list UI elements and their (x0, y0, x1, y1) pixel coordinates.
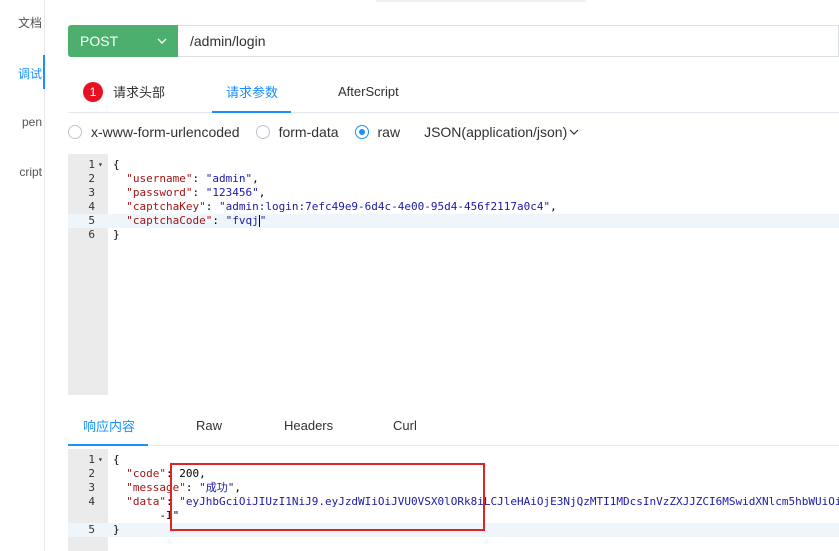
radio-circle (255, 125, 270, 139)
line-number: 1 (88, 453, 95, 466)
headers-count-badge: 1 (83, 81, 103, 102)
active-tab-indicator (212, 111, 291, 113)
code-text: { (113, 453, 120, 466)
line-number: 2 (88, 172, 95, 185)
tab-response-raw[interactable]: Raw (196, 406, 222, 445)
tab-request-headers[interactable]: 1 请求头部 (83, 72, 165, 111)
response-tabs: 响应内容 Raw Headers Curl (68, 406, 839, 446)
chevron-down-icon (156, 34, 168, 50)
content-type-select[interactable]: JSON(application/json) (424, 124, 580, 140)
sidebar-item-label: cript (19, 165, 42, 179)
top-divider (376, 0, 586, 2)
code-text: "password": "123456", (126, 186, 266, 199)
code-text: { (113, 158, 120, 171)
code-line: 5 "captchaCode": "fvqj" (68, 214, 839, 228)
tab-afterscript[interactable]: AfterScript (338, 72, 399, 111)
radio-circle (354, 125, 369, 139)
request-body-editor[interactable]: 1 ▾{2 "username": "admin", 3 "password": "… (68, 154, 839, 395)
sidebar-item-debug[interactable]: 调试 (18, 65, 42, 82)
sidebar-active-indicator (43, 55, 45, 89)
request-tabs: 1 请求头部 请求参数 AfterScript (68, 72, 839, 113)
sidebar-item-label: 文档 (17, 16, 42, 30)
highlight-annotation-box (170, 463, 485, 531)
radio-urlencoded[interactable]: x-www-form-urlencoded (68, 124, 240, 140)
sidebar-item-label: 调试 (17, 67, 42, 81)
tab-label: 请求参数 (226, 85, 279, 100)
code-text: "username": "admin", (126, 172, 259, 185)
url-value: /admin/login (190, 33, 266, 49)
code-line: 2 "username": "admin", (68, 172, 839, 186)
radio-form-data[interactable]: form-data (255, 124, 339, 140)
code-line: 1 ▾ { (68, 158, 839, 172)
method-select[interactable]: POST (68, 25, 178, 57)
tab-label: Raw (196, 418, 223, 433)
radio-raw[interactable]: raw (354, 124, 401, 140)
code-line: 4 "captchaKey": "admin:login:7efc49e9-6d… (68, 200, 839, 214)
line-number: 6 (88, 228, 95, 241)
line-number: 2 (88, 467, 95, 480)
tab-response-headers[interactable]: Headers (284, 406, 333, 445)
url-input[interactable]: /admin/login (178, 25, 839, 57)
code-text: } (113, 228, 120, 241)
line-number: 5 (88, 214, 95, 227)
line-number: 3 (88, 481, 95, 494)
line-number: 4 (88, 200, 95, 213)
content-type-label: JSON(application/json) (424, 124, 568, 140)
body-type-group: x-www-form-urlencoded form-data raw JSON… (68, 122, 580, 142)
line-number: 3 (88, 186, 95, 199)
radio-circle (68, 125, 82, 139)
active-tab-indicator (68, 444, 148, 446)
sidebar-item-label: pen (21, 115, 42, 129)
tab-label: 响应内容 (83, 419, 136, 434)
code-line: 3 "password": "123456", (68, 186, 839, 200)
fold-toggle-icon[interactable]: ▾ (98, 158, 103, 172)
tab-label: AfterScript (338, 84, 399, 99)
code-text: } (113, 523, 120, 536)
tab-response-content[interactable]: 响应内容 (83, 406, 135, 445)
line-number: 5 (88, 523, 95, 536)
line-number: 4 (88, 495, 95, 508)
fold-toggle-icon[interactable]: ▾ (98, 453, 103, 467)
sidebar-item-open[interactable]: pen (22, 115, 42, 129)
radio-label: x-www-form-urlencoded (91, 124, 240, 140)
tab-label: 请求头部 (113, 85, 166, 100)
radio-label: raw (377, 124, 401, 140)
code-text: "captchaKey": "admin:login:7efc49e9-6d4c… (126, 200, 557, 213)
tab-label: Curl (393, 418, 417, 433)
code-line: 6} (68, 228, 839, 242)
sidebar: 文档 调试 pen cript (0, 0, 45, 551)
method-label: POST (80, 33, 119, 49)
radio-label: form-data (278, 124, 339, 140)
sidebar-item-script[interactable]: cript (19, 165, 42, 179)
code-text: "captchaCode": "fvqj" (126, 214, 267, 227)
line-number: 1 (88, 158, 95, 171)
chevron-down-icon (569, 129, 579, 135)
sidebar-item-docs[interactable]: 文档 (18, 14, 42, 31)
tab-request-params[interactable]: 请求参数 (226, 72, 278, 111)
tab-response-curl[interactable]: Curl (393, 406, 417, 445)
tab-label: Headers (284, 418, 334, 433)
